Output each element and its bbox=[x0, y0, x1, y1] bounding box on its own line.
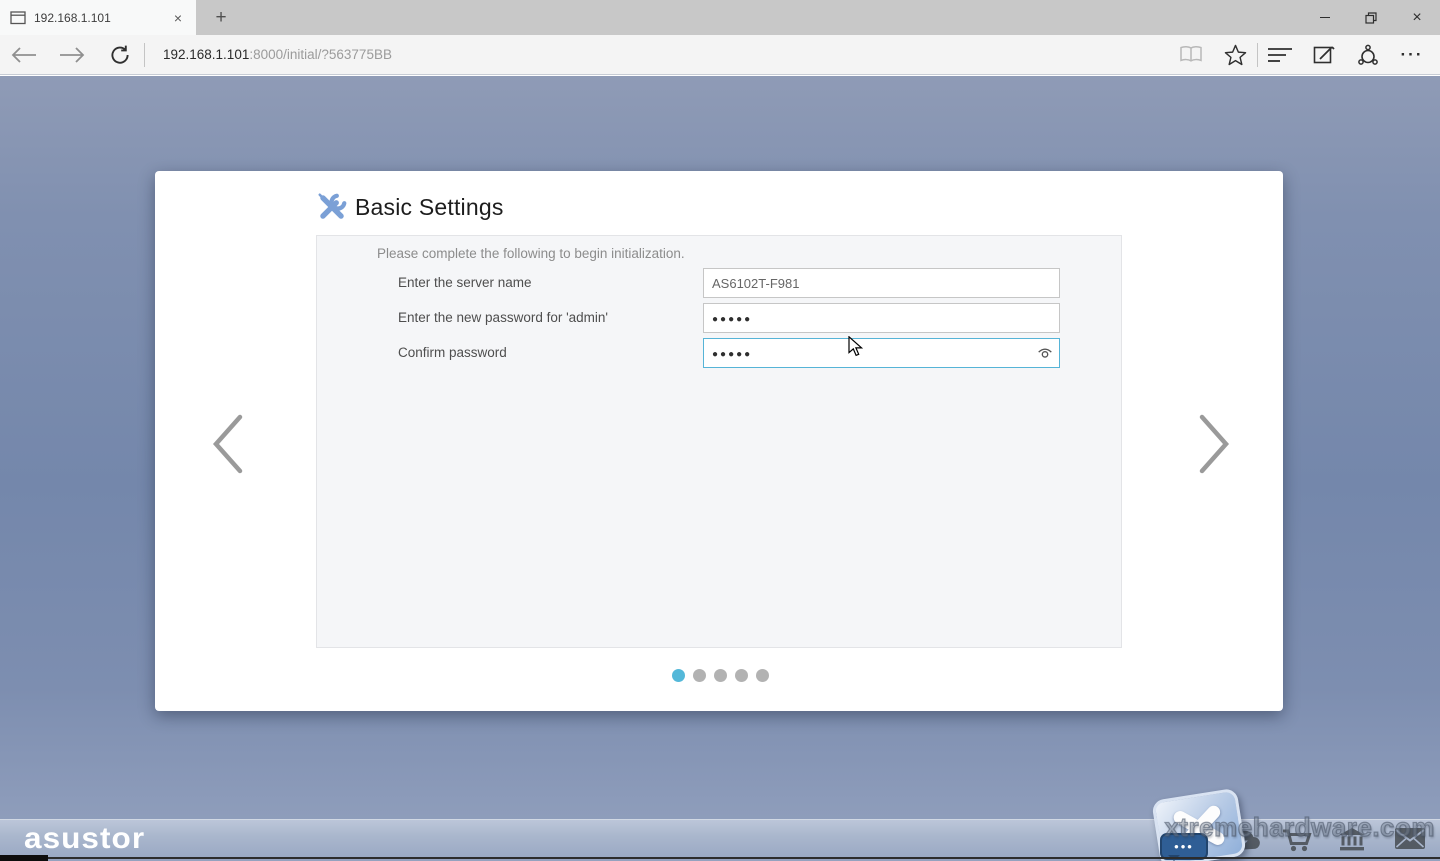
window-restore-button[interactable] bbox=[1348, 0, 1394, 35]
reveal-password-icon[interactable] bbox=[1036, 345, 1054, 361]
server-name-label: Enter the server name bbox=[398, 268, 532, 298]
mouse-cursor bbox=[848, 336, 863, 357]
window-controls: × bbox=[1302, 0, 1440, 35]
page-favicon-icon bbox=[10, 11, 26, 25]
bottom-edge-line bbox=[48, 857, 1440, 859]
new-password-label: Enter the new password for 'admin' bbox=[398, 303, 608, 333]
step-dot-active bbox=[672, 669, 685, 682]
browser-tab-bar: 192.168.1.101 × + × bbox=[0, 0, 1440, 35]
wizard-card: Basic Settings Please complete the follo… bbox=[155, 171, 1283, 711]
hub-button[interactable] bbox=[1258, 35, 1302, 75]
server-name-input[interactable] bbox=[703, 268, 1060, 298]
bottom-corner-artifact bbox=[0, 855, 48, 861]
tab-close-icon[interactable]: × bbox=[170, 10, 186, 26]
tab-title: 192.168.1.101 bbox=[34, 11, 170, 25]
confirm-password-row: Confirm password bbox=[317, 338, 1121, 368]
intro-text: Please complete the following to begin i… bbox=[377, 246, 685, 261]
step-dot bbox=[714, 669, 727, 682]
url-host: 192.168.1.101 bbox=[163, 47, 249, 62]
web-note-button[interactable] bbox=[1302, 35, 1346, 75]
settings-panel: Please complete the following to begin i… bbox=[316, 235, 1122, 648]
browser-tab[interactable]: 192.168.1.101 × bbox=[0, 0, 196, 35]
page-title: Basic Settings bbox=[355, 194, 504, 221]
window-minimize-button[interactable] bbox=[1302, 0, 1348, 35]
new-password-input[interactable] bbox=[703, 303, 1060, 333]
forward-button[interactable] bbox=[48, 35, 96, 75]
more-actions-button[interactable]: ··· bbox=[1390, 35, 1434, 75]
confirm-password-label: Confirm password bbox=[398, 338, 507, 368]
share-button[interactable] bbox=[1346, 35, 1390, 75]
favorites-star-button[interactable] bbox=[1213, 35, 1257, 75]
new-tab-button[interactable]: + bbox=[205, 0, 237, 35]
wizard-step-dots bbox=[0, 669, 1440, 682]
url-path: :8000/initial/?563775BB bbox=[249, 47, 392, 62]
step-dot bbox=[756, 669, 769, 682]
asustor-logo: asustor bbox=[24, 822, 145, 856]
step-dot bbox=[693, 669, 706, 682]
navbar-divider bbox=[144, 43, 145, 67]
server-name-row: Enter the server name bbox=[317, 268, 1121, 298]
tools-icon bbox=[316, 191, 348, 223]
watermark-text: xtremehardware.com bbox=[1164, 812, 1435, 843]
confirm-password-input[interactable] bbox=[703, 338, 1060, 368]
refresh-button[interactable] bbox=[96, 35, 144, 75]
new-password-row: Enter the new password for 'admin' bbox=[317, 303, 1121, 333]
nas-init-page: Basic Settings Please complete the follo… bbox=[0, 76, 1440, 861]
reading-view-icon[interactable] bbox=[1169, 35, 1213, 75]
address-bar[interactable]: 192.168.1.101:8000/initial/?563775BB bbox=[163, 47, 1169, 62]
back-button[interactable] bbox=[0, 35, 48, 75]
window-close-button[interactable]: × bbox=[1394, 0, 1440, 35]
screen: 192.168.1.101 × + × 192.168.1.101:8000/i… bbox=[0, 0, 1440, 861]
next-step-button[interactable] bbox=[1194, 412, 1234, 476]
step-dot bbox=[735, 669, 748, 682]
browser-navigation-bar: 192.168.1.101:8000/initial/?563775BB ··· bbox=[0, 35, 1440, 75]
previous-step-button[interactable] bbox=[208, 412, 248, 476]
